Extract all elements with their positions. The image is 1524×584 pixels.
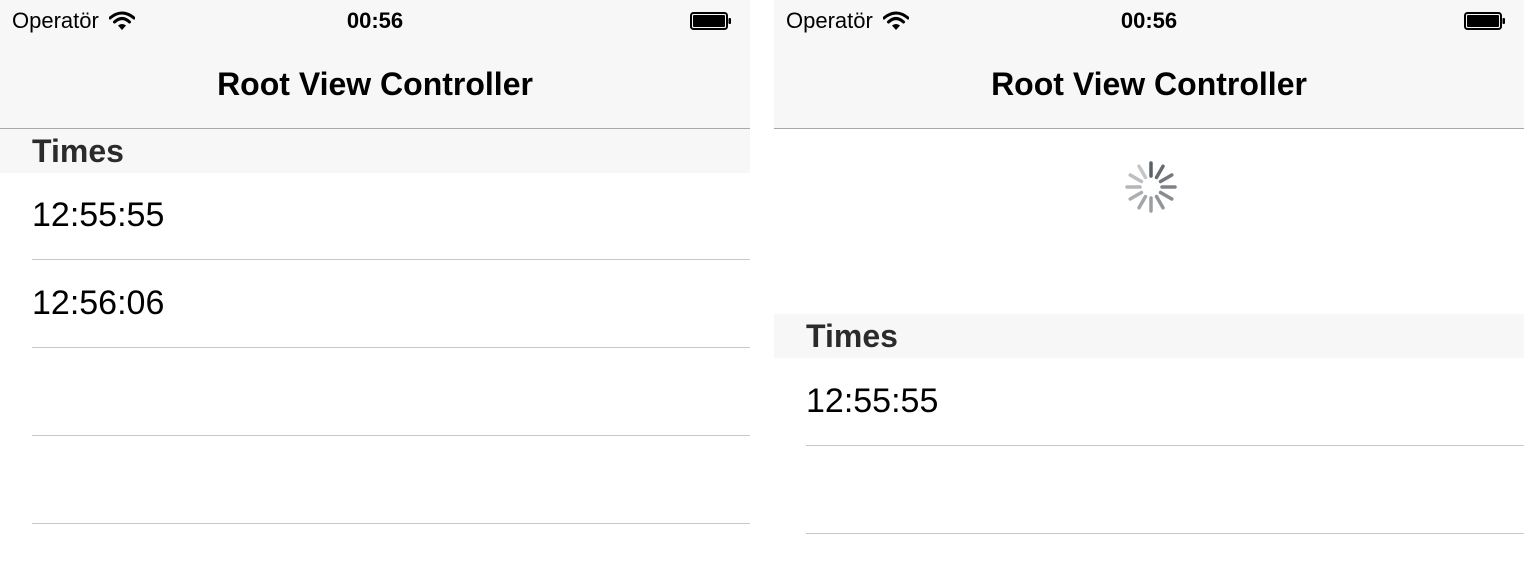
row-separator bbox=[32, 523, 750, 524]
battery-icon bbox=[1464, 12, 1505, 30]
navigation-bar: Operatör 00:56 Root View Controller bbox=[774, 0, 1524, 129]
table-row[interactable]: 12:56:06 bbox=[0, 260, 750, 348]
section-header-times: Times bbox=[0, 129, 750, 173]
row-label: 12:56:06 bbox=[32, 284, 165, 322]
row-label: 12:55:55 bbox=[806, 382, 939, 420]
navigation-bar: Operatör 00:56 Root View Controller bbox=[0, 0, 750, 129]
left-phone-screen: Operatör 00:56 Root View Controller Time… bbox=[0, 0, 750, 584]
table-row[interactable]: 12:55:55 bbox=[774, 358, 1524, 446]
table-row[interactable] bbox=[0, 436, 750, 524]
status-clock: 00:56 bbox=[346, 8, 404, 33]
row-separator bbox=[806, 533, 1524, 534]
nav-title: Root View Controller bbox=[991, 66, 1307, 102]
section-header-times: Times bbox=[774, 314, 1524, 358]
section-header-label: Times bbox=[806, 318, 898, 354]
table-row[interactable] bbox=[774, 446, 1524, 534]
status-clock: 00:56 bbox=[1120, 8, 1178, 33]
right-phone-screen: Operatör 00:56 Root View Controller Time… bbox=[774, 0, 1524, 584]
table-row[interactable]: 12:55:55 bbox=[0, 172, 750, 260]
screen-gutter bbox=[750, 0, 774, 584]
activity-spinner-icon bbox=[1125, 161, 1177, 213]
row-label: 12:55:55 bbox=[32, 196, 165, 234]
battery-icon bbox=[690, 12, 731, 30]
section-header-label: Times bbox=[32, 133, 124, 169]
table-row[interactable] bbox=[0, 348, 750, 436]
nav-title: Root View Controller bbox=[217, 66, 533, 102]
